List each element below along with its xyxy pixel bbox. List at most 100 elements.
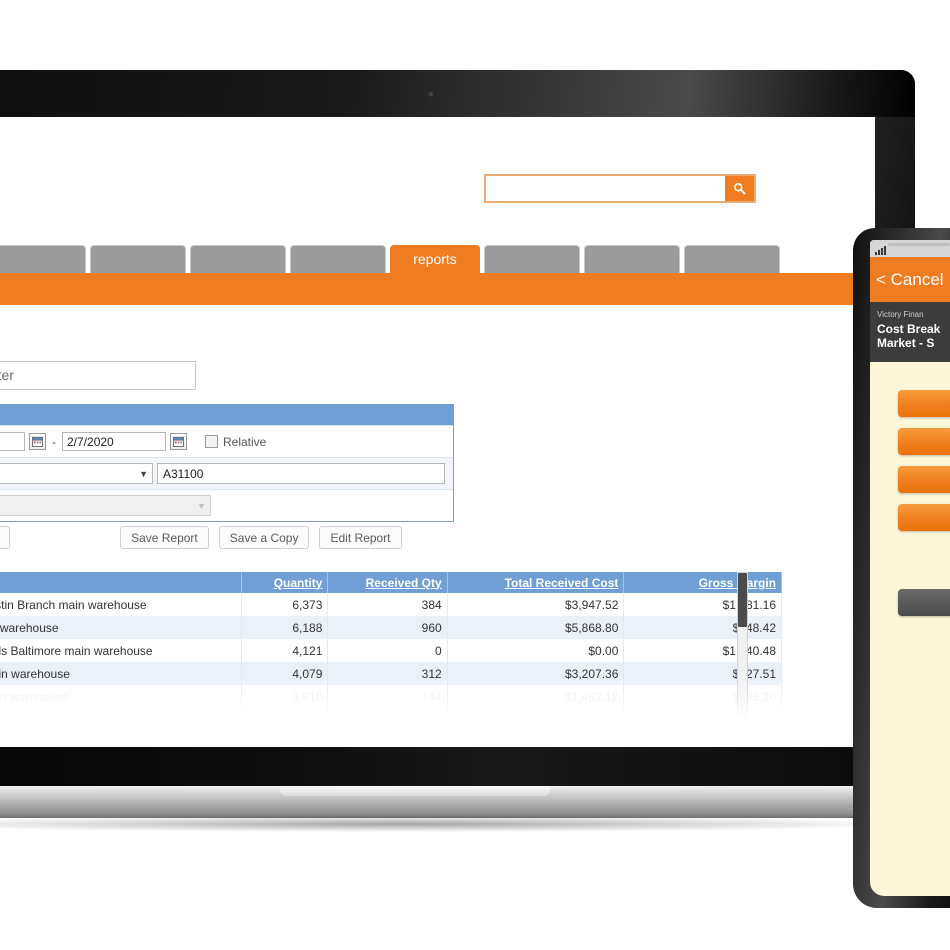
search-button[interactable] [725, 176, 754, 201]
phone-option-button-1[interactable] [898, 390, 950, 417]
calendar-to-icon[interactable] [170, 433, 187, 450]
phone-report-title-line2: Market - S [877, 336, 935, 350]
phone-content-area [870, 362, 950, 616]
nav-tab-5[interactable] [190, 245, 286, 273]
nav-tab-reports[interactable]: reports [390, 245, 480, 273]
relative-label: Relative [223, 434, 267, 449]
table-cell-gross-margin: $348.42 [623, 616, 782, 639]
save-report-button[interactable]: Save Report [120, 526, 209, 549]
table-cell-warehouse: Dallas main warehouse [0, 616, 242, 639]
phone-screen: < Cancel Victory Finan Cost Break Market… [870, 240, 950, 896]
add-filter-input[interactable]: Add Filter [0, 361, 196, 390]
save-a-copy-button[interactable]: Save a Copy [218, 526, 310, 549]
nav-tab-6[interactable] [290, 245, 386, 273]
operator-select[interactable]: Equals ▼ [0, 463, 153, 484]
results-table-head: ItemWarehouseQuantityReceived QtyTotal R… [0, 572, 782, 593]
table-cell-received-qty: 960 [327, 616, 448, 639]
nav-tab-10[interactable] [684, 245, 780, 273]
chevron-down-icon: ▼ [197, 500, 206, 511]
copy-sql-button[interactable]: Copy SQL [0, 526, 11, 549]
nav-accent-bar [0, 273, 875, 305]
nav-tab-4[interactable] [90, 245, 186, 273]
table-cell-total-received-cost: $5,868.80 [447, 616, 625, 639]
table-cell-total-received-cost: $3,947.52 [447, 593, 625, 616]
phone-report-subtitle: Victory Finan [877, 310, 924, 319]
criteria-row-blank: rms Is Not Blank ▼ [0, 489, 453, 521]
phone-mockup: < Cancel Victory Finan Cost Break Market… [853, 228, 950, 908]
table-header-cell[interactable]: Total Received Cost [447, 572, 625, 593]
criteria-row-operator-fields: Equals ▼ [0, 460, 453, 487]
phone-secondary-button[interactable] [898, 589, 950, 616]
table-header-cell[interactable]: Warehouse [0, 572, 242, 593]
table-cell-quantity: 6,188 [241, 616, 329, 639]
table-cell-total-received-cost: $0.00 [447, 639, 625, 662]
relative-checkbox-group[interactable]: Relative [205, 435, 266, 449]
nav-tab-label: reports [413, 251, 457, 267]
add-filter-label: Add Filter [0, 367, 14, 383]
search-input[interactable] [486, 176, 725, 201]
table-cell-received-qty: 384 [327, 593, 448, 616]
search-bar[interactable] [484, 174, 756, 203]
table-cell-received-qty: 0 [327, 639, 448, 662]
main-navigation: reports [0, 242, 875, 275]
table-header-label: Total Received Cost [504, 575, 619, 590]
table-header-cell[interactable]: Gross Margin [623, 572, 782, 593]
phone-status-bar [870, 240, 950, 257]
table-cell-gross-margin: $1,440.48 [623, 639, 782, 662]
table-header-label: Quantity [273, 575, 323, 590]
table-cell-quantity: 6,373 [241, 593, 329, 616]
date-to-input[interactable] [62, 432, 166, 451]
table-header-cell[interactable]: Quantity [241, 572, 329, 593]
criteria-row-operator: Equals ▼ [0, 457, 453, 489]
phone-speaker-grille [888, 243, 950, 246]
criteria-row-date-fields: - Re [0, 429, 453, 454]
nav-tab-3[interactable] [0, 245, 86, 273]
laptop-shadow [0, 816, 900, 832]
search-icon [734, 183, 746, 195]
table-header-label: Received Qty [365, 575, 442, 590]
date-range-separator: - [52, 434, 56, 449]
laptop-top-bezel [0, 70, 915, 117]
phone-cancel-button[interactable]: < Cancel [876, 270, 944, 290]
chevron-down-icon: ▼ [139, 468, 148, 479]
table-header-cell[interactable]: Received Qty [327, 572, 448, 593]
phone-option-button-2[interactable] [898, 428, 950, 455]
edit-report-button[interactable]: Edit Report [319, 526, 402, 549]
table-row[interactable]: Coke Classic 12 ozAccent - Austin Branch… [0, 593, 782, 616]
table-scrollbar-thumb[interactable] [738, 573, 747, 627]
content-fade-overlay [0, 677, 782, 747]
blank-operator-value: Is Not Blank [0, 499, 197, 513]
laptop-screen: eedoffice reports orts [0, 117, 875, 747]
date-from-input[interactable] [0, 432, 25, 451]
criteria-header-label: Criteria [0, 405, 453, 425]
phone-option-button-4[interactable] [898, 504, 950, 531]
signal-bars-icon [875, 246, 886, 255]
criteria-value-input[interactable] [157, 463, 445, 484]
relative-checkbox[interactable] [205, 435, 218, 448]
phone-nav-bar: < Cancel [870, 257, 950, 302]
table-row[interactable]: Coke Classic 12 ozAccent Foods Baltimore… [0, 639, 782, 662]
webcam-icon [428, 91, 434, 97]
laptop-base-notch [280, 786, 550, 796]
table-cell-quantity: 4,121 [241, 639, 329, 662]
operator-select-value: Equals [0, 467, 139, 481]
criteria-panel: Criteria [0, 404, 454, 522]
laptop-mockup: eedoffice reports orts [0, 70, 926, 832]
calendar-icon [173, 436, 184, 447]
criteria-header-row: Criteria [0, 405, 453, 425]
nav-tab-8[interactable] [484, 245, 580, 273]
calendar-icon [32, 436, 43, 447]
table-cell-warehouse: Accent Foods Baltimore main warehouse [0, 639, 242, 662]
criteria-row-blank-fields: Is Not Blank ▼ [0, 492, 453, 519]
app-header: eedoffice [0, 117, 875, 203]
results-header-row: ItemWarehouseQuantityReceived QtyTotal R… [0, 572, 782, 593]
phone-option-button-3[interactable] [898, 466, 950, 493]
action-button-row: Export to Excel Copy SQL Save Report Sav… [0, 526, 520, 549]
calendar-from-icon[interactable] [29, 433, 46, 450]
phone-report-header: Victory Finan Cost Break Market - S [870, 302, 950, 362]
nav-tab-9[interactable] [584, 245, 680, 273]
blank-operator-select[interactable]: Is Not Blank ▼ [0, 495, 211, 516]
table-cell-warehouse: Accent - Austin Branch main warehouse [0, 593, 242, 616]
table-row[interactable]: Coke Classic 12 ozDallas main warehouse6… [0, 616, 782, 639]
criteria-row-date: - Re [0, 425, 453, 457]
